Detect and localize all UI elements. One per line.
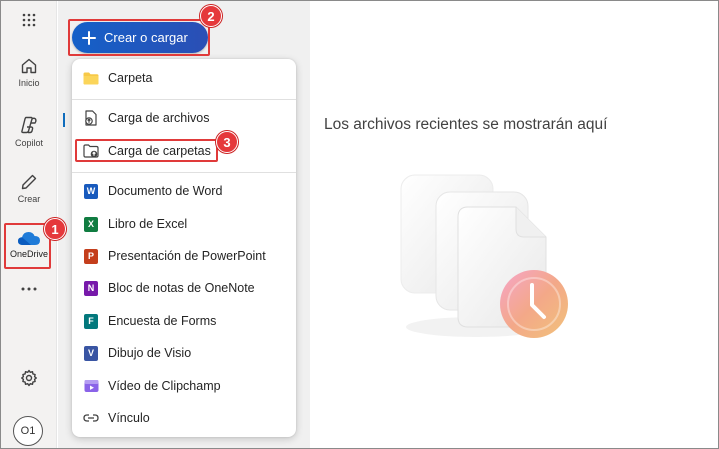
folder-upload-icon	[83, 144, 99, 158]
menu-item-excel[interactable]: X Libro de Excel	[72, 210, 296, 238]
menu-item-powerpoint[interactable]: P Presentación de PowerPoint	[72, 242, 296, 270]
menu-item-label: Carga de carpetas	[108, 144, 211, 158]
pen-icon	[21, 174, 37, 190]
link-icon	[83, 414, 99, 422]
settings-button[interactable]	[1, 369, 57, 387]
more-horizontal-icon	[21, 287, 37, 291]
menu-item-word[interactable]: W Documento de Word	[72, 177, 296, 205]
avatar-initials: O1	[20, 425, 36, 437]
copilot-icon	[21, 116, 37, 134]
excel-icon: X	[84, 216, 98, 232]
menu-item-visio[interactable]: V Dibujo de Visio	[72, 339, 296, 367]
folder-icon	[83, 72, 99, 84]
menu-divider	[72, 99, 296, 100]
gear-icon	[21, 369, 37, 387]
rail-label-create: Crear	[17, 194, 41, 204]
clipchamp-icon	[84, 380, 98, 392]
rail-item-create[interactable]: Crear	[1, 173, 57, 204]
app-window: Inicio Copilot Crear OneDrive O1 Crear o…	[0, 0, 719, 449]
powerpoint-icon: P	[84, 248, 98, 264]
create-menu: Carpeta Carga de archivos Carga de carpe…	[72, 59, 296, 437]
menu-item-label: Bloc de notas de OneNote	[108, 281, 255, 295]
menu-item-label: Vínculo	[108, 411, 150, 425]
recent-files-empty-message: Los archivos recientes se mostrarán aquí	[324, 116, 608, 133]
selection-indicator	[63, 113, 65, 127]
annotation-badge-1: 1	[44, 218, 66, 240]
avatar[interactable]: O1	[13, 416, 43, 446]
home-icon	[21, 58, 37, 74]
menu-item-onenote[interactable]: N Bloc de notas de OneNote	[72, 274, 296, 302]
menu-item-clipchamp[interactable]: Vídeo de Clipchamp	[72, 372, 296, 400]
menu-item-folder[interactable]: Carpeta	[72, 64, 296, 92]
menu-item-label: Carpeta	[108, 71, 153, 85]
plus-icon	[82, 30, 96, 45]
menu-item-forms[interactable]: F Encuesta de Forms	[72, 307, 296, 335]
rail-label-onedrive: OneDrive	[9, 249, 48, 259]
empty-state-illustration	[400, 174, 568, 338]
forms-icon: F	[84, 313, 98, 329]
app-launcher-button[interactable]	[1, 13, 57, 27]
menu-item-label: Carga de archivos	[108, 111, 210, 125]
menu-item-label: Encuesta de Forms	[108, 314, 217, 328]
rail-label-home: Inicio	[18, 78, 40, 88]
menu-item-file-upload[interactable]: Carga de archivos	[72, 104, 296, 132]
word-icon: W	[84, 183, 98, 199]
menu-item-link[interactable]: Vínculo	[72, 404, 296, 432]
menu-item-label: Documento de Word	[108, 184, 223, 198]
annotation-badge-3: 3	[216, 131, 238, 153]
more-apps-button[interactable]	[1, 287, 57, 291]
create-or-upload-button[interactable]: Crear o cargar	[72, 22, 208, 53]
onedrive-icon	[18, 232, 40, 245]
file-upload-icon	[85, 110, 97, 126]
menu-item-label: Vídeo de Clipchamp	[108, 379, 221, 393]
create-button-label: Crear o cargar	[104, 30, 188, 45]
annotation-badge-2: 2	[200, 5, 222, 27]
rail-label-copilot: Copilot	[14, 138, 43, 148]
menu-divider	[72, 172, 296, 173]
menu-item-label: Dibujo de Visio	[108, 346, 192, 360]
menu-item-label: Presentación de PowerPoint	[108, 249, 266, 263]
menu-item-label: Libro de Excel	[108, 217, 188, 231]
menu-item-folder-upload[interactable]: Carga de carpetas	[72, 137, 296, 165]
waffle-icon	[22, 13, 36, 27]
rail-item-copilot[interactable]: Copilot	[1, 115, 57, 148]
rail-item-home[interactable]: Inicio	[1, 57, 57, 88]
onenote-icon: N	[84, 280, 98, 296]
visio-icon: V	[84, 345, 98, 361]
